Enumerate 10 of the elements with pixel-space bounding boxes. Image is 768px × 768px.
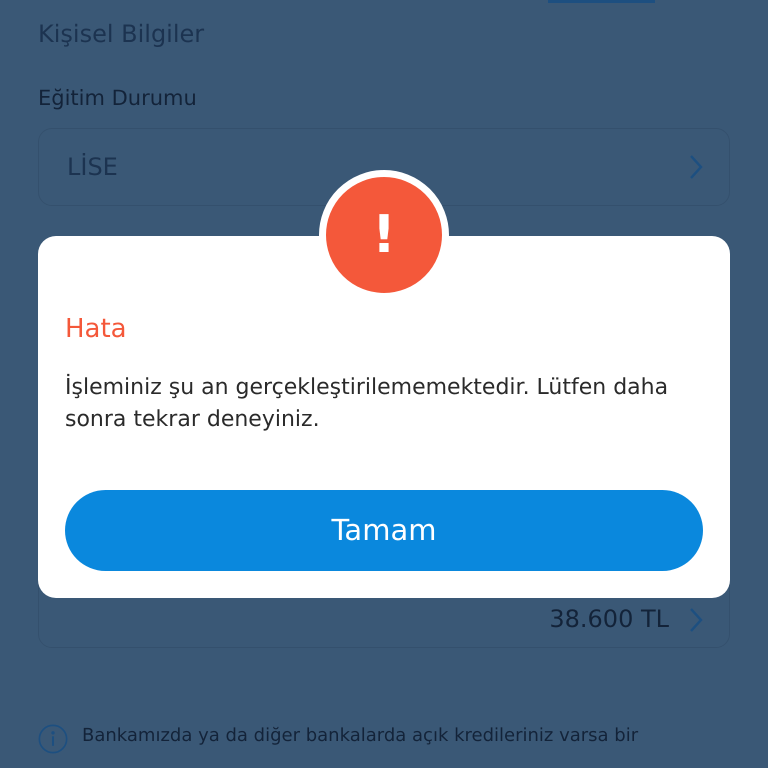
info-icon <box>38 724 68 754</box>
dialog-message: İşleminiz şu an gerçekleştirilememektedir. Lütfen daha sonra tekrar deneyiniz. <box>65 372 670 434</box>
ok-button[interactable]: Tamam <box>65 490 703 571</box>
dialog-title: Hata <box>65 313 128 346</box>
info-text: Bankamızda ya da diğer bankalarda açık kredileriniz varsa bir <box>82 724 638 748</box>
field-label: Eğitim Durumu <box>38 85 198 112</box>
select-value: 38.600 TL <box>549 605 669 633</box>
exclamation-mark: ! <box>372 209 396 261</box>
chevron-right-icon <box>689 154 703 180</box>
chevron-right-icon <box>689 607 703 633</box>
